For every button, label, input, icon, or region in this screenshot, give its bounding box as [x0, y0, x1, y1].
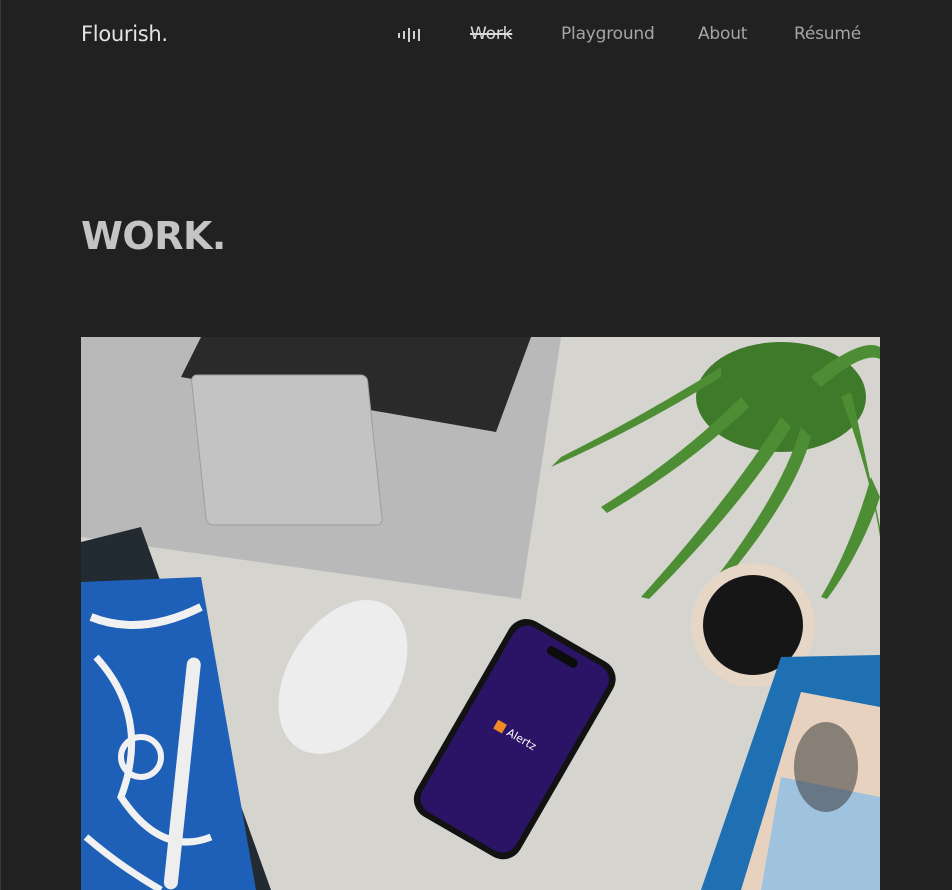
- site-header: Flourish. Work Playground About Résumé: [0, 0, 952, 70]
- audio-waveform-icon[interactable]: [398, 28, 420, 42]
- nav-link-resume[interactable]: Résumé: [794, 24, 861, 44]
- page-title: WORK.: [81, 214, 226, 258]
- nav-link-playground[interactable]: Playground: [561, 24, 655, 44]
- page-left-border: [0, 0, 1, 890]
- hero-workspace-image[interactable]: Alertz: [81, 337, 880, 890]
- site-logo[interactable]: Flourish.: [81, 22, 168, 46]
- nav-link-about[interactable]: About: [698, 24, 747, 44]
- nav-link-work[interactable]: Work: [470, 24, 512, 44]
